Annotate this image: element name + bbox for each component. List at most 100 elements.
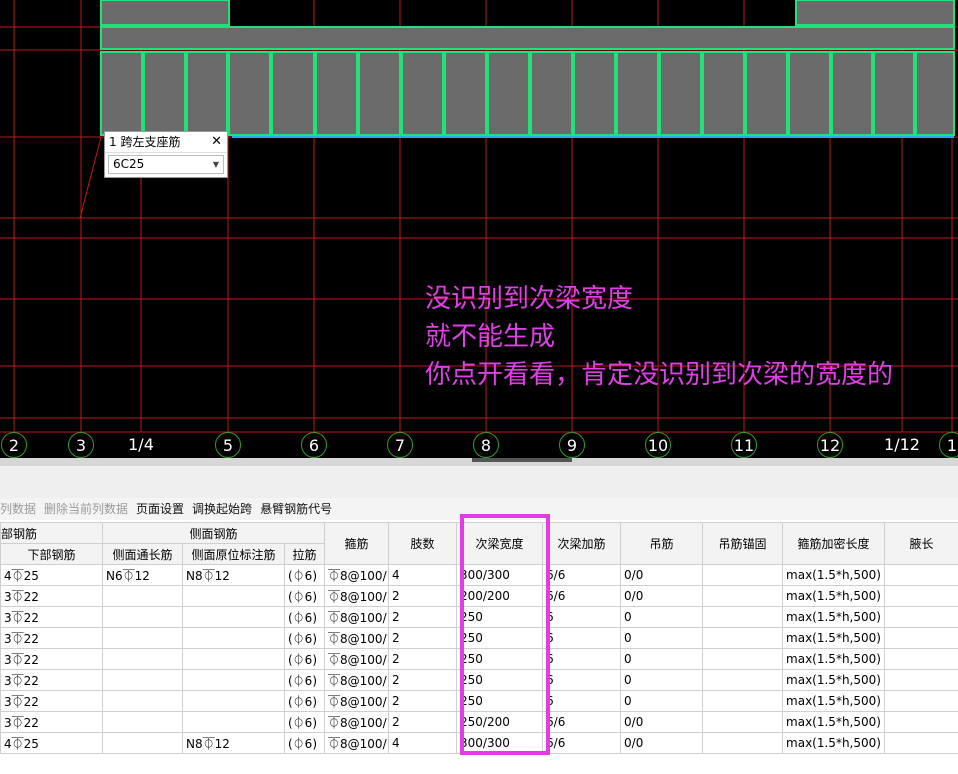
cell-side-continuous[interactable] [102,669,183,691]
cell-tie-bar[interactable]: (⏀6) [283,711,326,733]
cell-side-in-place[interactable] [182,711,285,733]
cell-hanger-anchor[interactable] [702,606,784,628]
cell-hanger-anchor[interactable] [702,627,784,649]
cell-secondary-beam-width[interactable]: 250/200 [456,711,544,733]
cell-side-in-place[interactable] [182,690,285,712]
cell-stirrup[interactable]: ⏁8@100/ [324,669,390,691]
col-header-haunch-length[interactable]: 腋长 [884,522,958,565]
close-icon[interactable]: ✕ [211,132,222,152]
cell-legs[interactable]: 2 [388,669,458,691]
table-row[interactable]: 4⏁25 N6⏁12 N8⏁12 (⏀6) ⏁8@100/4 300/300 6/6 0/0 m… [0,564,958,586]
col-header-secondary-beam-extra[interactable]: 次梁加筋 [542,522,622,565]
cell-hanger-anchor[interactable] [702,711,784,733]
cell-hanger[interactable]: 0/0 [620,732,704,754]
table-row[interactable]: 3⏁22 (⏀6) ⏁8@100/2 250 6 0 max(1.5*h,500) [0,648,958,670]
cell-bottom-rebar[interactable]: 3⏁22 [0,669,103,691]
cell-stirrup-dense-length[interactable]: max(1.5*h,500) [782,711,886,733]
cell-bottom-rebar[interactable]: 3⏁22 [0,711,103,733]
cell-hanger[interactable]: 0 [620,690,704,712]
col-header-side-continuous[interactable]: 侧面通长筋 [102,543,183,565]
cell-bottom-rebar[interactable]: 3⏁22 [0,606,103,628]
cell-stirrup[interactable]: ⏁8@100/ [324,711,390,733]
support-rebar-popup[interactable]: 1 跨左支座筋 ✕ 6C25 ▼ [104,131,228,178]
cell-legs[interactable]: 4 [388,564,458,586]
cell-side-continuous[interactable] [102,627,183,649]
cell-secondary-beam-extra[interactable]: 6 [542,669,622,691]
col-header-secondary-beam-width[interactable]: 次梁宽度 [456,522,544,565]
cell-side-continuous[interactable] [102,585,183,607]
cell-side-in-place[interactable] [182,627,285,649]
table-row[interactable]: 3⏁22 (⏀6) ⏁8@100/2 250 6 0 max(1.5*h,500) [0,690,958,712]
cell-side-continuous[interactable] [102,606,183,628]
toolbar-item[interactable]: 悬臂钢筋代号 [260,502,332,516]
cell-bottom-rebar[interactable]: 4⏁25 [0,564,103,586]
cell-side-in-place[interactable] [182,648,285,670]
cell-tie-bar[interactable]: (⏀6) [283,564,326,586]
col-header-hanger[interactable]: 吊筋 [620,522,704,565]
cell-stirrup-dense-length[interactable]: max(1.5*h,500) [782,690,886,712]
cell-secondary-beam-extra[interactable]: 6 [542,627,622,649]
cell-tie-bar[interactable]: (⏀6) [283,585,326,607]
cell-side-continuous[interactable] [102,690,183,712]
cell-bottom-rebar[interactable]: 3⏁22 [0,690,103,712]
toolbar-item[interactable]: 调换起始跨 [192,502,252,516]
cell-stirrup-dense-length[interactable]: max(1.5*h,500) [782,606,886,628]
cell-tie-bar[interactable]: (⏀6) [283,732,326,754]
cell-hanger[interactable]: 0/0 [620,711,704,733]
cell-legs[interactable]: 2 [388,585,458,607]
cell-tie-bar[interactable]: (⏀6) [283,669,326,691]
cell-side-continuous[interactable]: N6⏁12 [102,564,183,586]
cell-stirrup-dense-length[interactable]: max(1.5*h,500) [782,669,886,691]
cell-side-continuous[interactable] [102,648,183,670]
support-rebar-select[interactable]: 6C25 ▼ [108,155,224,174]
cell-secondary-beam-extra[interactable]: 6 [542,648,622,670]
cell-legs[interactable]: 2 [388,648,458,670]
cell-side-in-place[interactable]: N8⏁12 [182,732,285,754]
cell-secondary-beam-extra[interactable]: 6 [542,606,622,628]
cell-secondary-beam-width[interactable]: 250 [456,690,544,712]
cell-hanger-anchor[interactable] [702,732,784,754]
cell-haunch-length[interactable] [884,627,958,649]
cell-secondary-beam-extra[interactable]: 6 [542,690,622,712]
cell-bottom-rebar[interactable]: 3⏁22 [0,627,103,649]
col-header-side-in-place[interactable]: 侧面原位标注筋 [182,543,285,565]
cell-legs[interactable]: 2 [388,711,458,733]
cell-haunch-length[interactable] [884,606,958,628]
col-header-bottom-rebar[interactable]: 下部钢筋 [0,543,103,565]
cell-hanger[interactable]: 0/0 [620,564,704,586]
table-row[interactable]: 3⏁22 (⏀6) ⏁8@100/2 250 6 0 max(1.5*h,500) [0,627,958,649]
cell-hanger[interactable]: 0 [620,627,704,649]
col-header-hanger-anchor[interactable]: 吊筋锚固 [702,522,784,565]
cell-secondary-beam-width[interactable]: 250 [456,627,544,649]
cell-hanger-anchor[interactable] [702,564,784,586]
cell-hanger[interactable]: 0/0 [620,585,704,607]
cell-haunch-length[interactable] [884,585,958,607]
table-row[interactable]: 4⏁25 N8⏁12 (⏀6) ⏁8@100/4 300/300 6/6 0/0 max(1.… [0,732,958,754]
cell-hanger-anchor[interactable] [702,648,784,670]
chevron-down-icon[interactable]: ▼ [213,156,219,173]
cell-stirrup[interactable]: ⏁8@100/ [324,564,390,586]
cell-legs[interactable]: 2 [388,690,458,712]
cell-hanger-anchor[interactable] [702,585,784,607]
cell-stirrup-dense-length[interactable]: max(1.5*h,500) [782,627,886,649]
toolbar-item[interactable]: 页面设置 [136,502,184,516]
cell-side-in-place[interactable]: N8⏁12 [182,564,285,586]
col-header-tie-bar[interactable]: 拉筋 [283,543,326,565]
cell-haunch-length[interactable] [884,711,958,733]
col-header-stirrup-dense-length[interactable]: 箍筋加密长度 [782,522,886,565]
cell-secondary-beam-width[interactable]: 250 [456,669,544,691]
cell-stirrup[interactable]: ⏁8@100/ [324,732,390,754]
cell-secondary-beam-extra[interactable]: 6/6 [542,732,622,754]
cell-secondary-beam-width[interactable]: 300/300 [456,564,544,586]
cell-stirrup[interactable]: ⏁8@100/ [324,606,390,628]
table-row[interactable]: 3⏁22 (⏀6) ⏁8@100/2 250 6 0 max(1.5*h,500) [0,606,958,628]
cell-legs[interactable]: 2 [388,627,458,649]
cell-haunch-length[interactable] [884,648,958,670]
cell-hanger[interactable]: 0 [620,648,704,670]
cell-legs[interactable]: 4 [388,732,458,754]
cell-hanger-anchor[interactable] [702,690,784,712]
cell-stirrup-dense-length[interactable]: max(1.5*h,500) [782,648,886,670]
cell-tie-bar[interactable]: (⏀6) [283,648,326,670]
cell-secondary-beam-width[interactable]: 200/200 [456,585,544,607]
cell-stirrup[interactable]: ⏁8@100/ [324,585,390,607]
